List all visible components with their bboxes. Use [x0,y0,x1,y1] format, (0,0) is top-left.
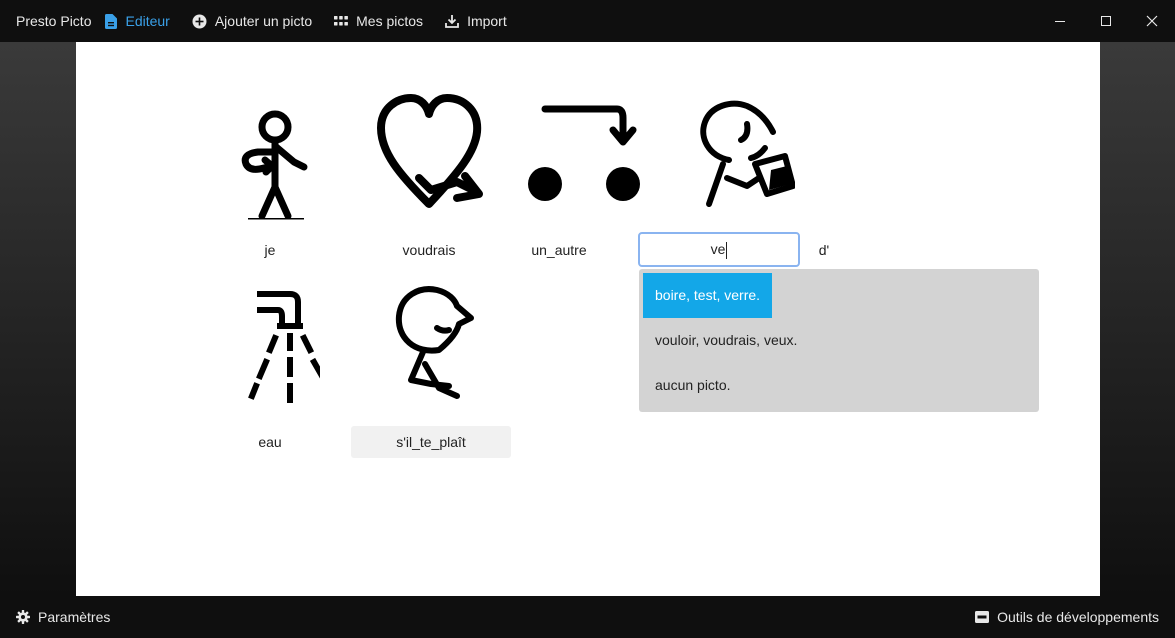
nav-ajouter-picto[interactable]: Ajouter un picto [192,13,312,29]
document-icon [105,13,118,29]
nav-ajouter-picto-label: Ajouter un picto [214,13,313,29]
grid-icon [334,16,349,26]
suggestion-item[interactable]: aucun picto. [655,375,731,395]
maximize-button[interactable] [1083,0,1129,42]
suggestion-dropdown: boire, test, verre. vouloir, voudrais, v… [639,269,1039,412]
suggestion-item[interactable]: boire, test, verre. [643,273,773,318]
window-controls [1037,0,1175,42]
picto-boire-image[interactable] [660,98,820,213]
maximize-icon [1101,16,1111,26]
dev-badge-icon [975,611,990,623]
person-drinking-icon [700,100,795,207]
devtools-button[interactable]: Outils de développements [975,609,1159,625]
word-label-sil-te-plait[interactable]: s'il_te_plaît [351,426,511,458]
word-edit-value: ve [710,241,726,257]
shower-water-icon [248,291,320,403]
word-label-eau[interactable]: eau [190,434,350,450]
minimize-button[interactable] [1037,0,1083,42]
suggestion-item[interactable]: vouloir, voudrais, veux. [655,330,797,350]
bottom-bar: Paramètres Outils de développements [0,596,1175,638]
settings-button[interactable]: Paramètres [16,609,110,625]
close-button[interactable] [1129,0,1175,42]
nav-mes-pictos[interactable]: Mes pictos [334,13,423,29]
nav-import[interactable]: Import [445,13,507,29]
nav-mes-pictos-label: Mes pictos [356,13,424,29]
close-icon [1146,15,1158,27]
gear-icon [16,610,30,624]
picto-je-image[interactable] [190,102,350,222]
settings-label: Paramètres [38,609,111,625]
title-bar: Presto Picto Editeur Ajouter un picto Me… [0,0,1175,42]
picto-voudrais-image[interactable] [349,94,509,214]
nav-editeur-label: Editeur [125,13,170,29]
add-circle-icon [192,14,207,28]
app-name: Presto Picto [16,13,92,29]
person-pointing-self-icon [241,110,308,220]
download-icon [445,15,459,28]
nav-editeur[interactable]: Editeur [105,13,170,29]
word-label-un-autre[interactable]: un_autre [479,242,639,258]
two-dots-arrow-icon [528,105,640,201]
background-right [1100,42,1175,596]
heart-arrow-icon [377,94,483,208]
picto-eau-image[interactable] [190,290,350,405]
word-label-je[interactable]: je [190,242,350,258]
devtools-label: Outils de développements [997,609,1159,625]
word-label-d[interactable]: d' [744,242,904,258]
picto-sil-te-plait-image[interactable] [349,284,509,409]
person-bowing-icon [395,286,474,399]
nav-import-label: Import [467,13,507,29]
text-caret [726,241,728,259]
editor-canvas: je voudrais un_autre ve d' eau s'il_te_p… [76,42,1100,596]
background-left [0,42,76,596]
picto-un-autre-image[interactable] [507,104,667,204]
minimize-icon [1055,21,1065,22]
